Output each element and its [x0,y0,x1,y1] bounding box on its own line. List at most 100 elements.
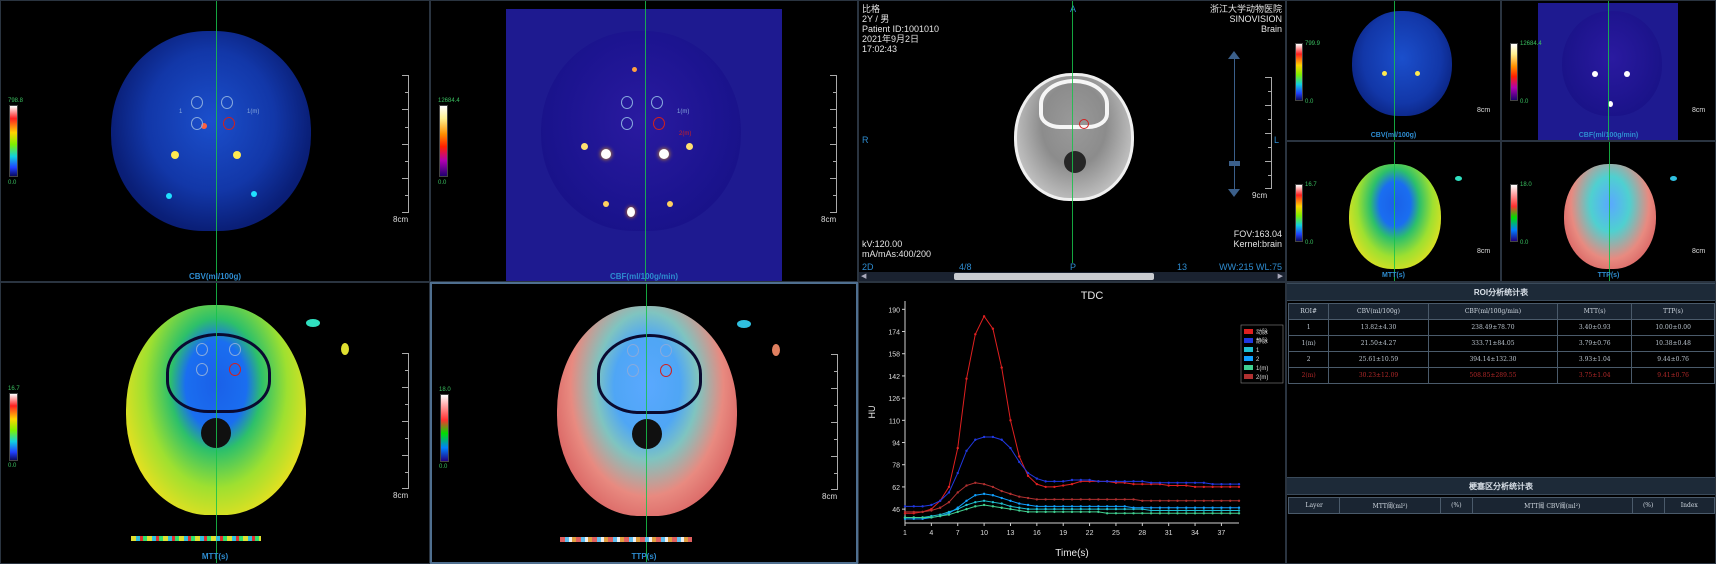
infarct-table-col-header: MTT阈(ml²) [1339,497,1441,514]
crosshair-vertical[interactable] [646,284,647,562]
series-point [1141,480,1144,483]
series-point [1000,502,1003,505]
ct-slice-slider-up[interactable] [1228,51,1240,59]
series-point [921,505,924,508]
table-row[interactable]: 1 13.82±4.30 238.49±78.70 3.40±0.93 10.00±0.… [1287,319,1715,336]
series-point [1062,507,1065,511]
ttp-map-panel[interactable]: 18.0 0.0 8cm TTP(s) [430,282,858,564]
cbf-hotspot [603,201,609,207]
series-point [1158,506,1162,509]
scroll-left-icon[interactable]: ◀ [861,272,866,280]
series-point [1044,510,1047,514]
table-row[interactable]: 1(m) 21.50±4.27 333.71±84.05 3.79±0.76 10.38… [1287,335,1715,352]
roi-1m[interactable] [221,96,233,109]
series-point [1018,460,1021,464]
series-point [1026,496,1030,500]
mini-ttp-map [1564,164,1656,269]
view-mode[interactable]: 2D [862,262,874,272]
study-time: 17:02:43 [862,44,898,54]
legend-label: 静脉 [1256,337,1268,345]
ct-roi-marker[interactable] [1079,119,1089,129]
crosshair-vertical[interactable] [216,283,217,563]
legend-swatch [1244,338,1253,343]
ct-slice-slider-track[interactable] [1234,56,1235,191]
ct-slice-slider-down[interactable] [1228,189,1240,197]
series-point [1229,509,1232,512]
series-point [974,505,977,508]
roi-table-col-header: CBF(ml/100g/min) [1427,303,1559,320]
series-point [912,510,915,514]
crosshair-vertical[interactable] [1394,1,1395,140]
series-point [1088,510,1091,514]
series-point [1088,505,1091,508]
series-point [1220,482,1223,486]
series-point [1167,481,1170,484]
roi-1[interactable] [191,96,203,109]
mini-mtt-colorbar-max: 16.7 [1305,182,1317,188]
scroll-right-icon[interactable]: ▶ [1278,272,1283,280]
table-row[interactable]: 2(m) 30.23±12.09 508.85±289.55 3.75±1.04 9.4… [1287,367,1715,384]
scrollbar-thumb[interactable] [954,273,1154,280]
roi-2m[interactable] [223,117,235,130]
mini-cbv-panel[interactable]: 799.9 0.0 8cm CBV(ml/100g) [1286,0,1501,141]
crosshair-vertical[interactable] [1608,1,1609,140]
roi-1[interactable] [627,344,639,357]
roi-1m[interactable] [660,344,672,357]
series-point [1000,496,1003,500]
series-point [1149,512,1153,515]
roi-1m[interactable] [651,96,663,109]
roi-2[interactable] [196,363,208,376]
series-point [1185,509,1188,512]
legend-swatch [1244,365,1253,370]
ct-image-panel[interactable]: 比格 2Y / 男 Patient ID:1001010 2021年9月2日 1… [858,0,1286,282]
roi-1m[interactable] [229,343,241,356]
series-point [1176,499,1179,502]
series-point [1053,480,1056,483]
roi-2[interactable] [627,364,639,377]
crosshair-vertical[interactable] [216,1,217,281]
series-point [982,315,986,318]
cbv-map-panel[interactable]: 1(m) 1 798.8 0.0 8cm CBV(ml/100g) [0,0,430,282]
mini-ttp-panel[interactable]: 18.0 0.0 8cm TTP(s) [1501,141,1716,282]
crosshair-vertical[interactable] [645,1,646,281]
cbf-hotspot [632,67,637,72]
mini-mtt-scale-label: 8cm [1477,248,1491,255]
mini-cbv-hotspot [1415,71,1420,76]
table-cell: 13.82±4.30 [1328,319,1429,336]
roi-1[interactable] [196,343,208,356]
roi-table-title: ROI分析统计表 [1287,283,1715,301]
cbf-map-panel[interactable]: 1(m) 2(m) 12684.4 0.0 8cm CBF(ml/100g/mi… [430,0,858,282]
series-point [1114,480,1118,483]
series-point [1035,477,1039,480]
table-row[interactable]: 2 25.61±10.59 394.14±132.30 3.93±1.04 9.44±0… [1287,351,1715,368]
ct-slice-slider-thumb[interactable] [1229,161,1240,166]
table-cell: 238.49±78.70 [1427,319,1559,336]
roi-2[interactable] [621,117,633,130]
series-point [982,435,986,439]
mini-cbf-panel[interactable]: 12684.4 0.0 8cm CBF(ml/100g/min) [1501,0,1716,141]
roi-2m[interactable] [660,364,672,377]
series-point [1158,512,1162,515]
series-point [1237,482,1241,486]
roi-2[interactable] [191,117,203,130]
crosshair-vertical[interactable] [1394,142,1395,281]
series-point [974,438,977,441]
series-point [991,327,995,330]
series-point [1132,482,1135,486]
tdc-chart-panel[interactable]: TDC 46 62 78 94 110 126 142 158 174 190 1 4 7 10 13 16 19… [858,282,1286,564]
mtt-map-panel[interactable]: 16.7 0.0 8cm MTT(s) [0,282,430,564]
series-point [1026,503,1030,507]
crosshair-vertical[interactable] [1072,1,1073,263]
series-point [982,503,986,507]
roi-2m[interactable] [653,117,665,130]
mini-mtt-panel[interactable]: 16.7 0.0 8cm MTT(s) [1286,141,1501,282]
roi-table-col-header: ROI# [1287,303,1330,320]
ct-horizontal-scrollbar[interactable]: ◀ ▶ [859,272,1285,281]
roi-1[interactable] [621,96,633,109]
roi-2m[interactable] [229,363,241,376]
crosshair-vertical[interactable] [1609,142,1610,281]
legend-label: 动脉 [1256,328,1268,336]
series-point [930,503,933,507]
cbv-colorbar-max: 798.8 [8,98,24,104]
mini-cbv-map [1352,11,1452,116]
